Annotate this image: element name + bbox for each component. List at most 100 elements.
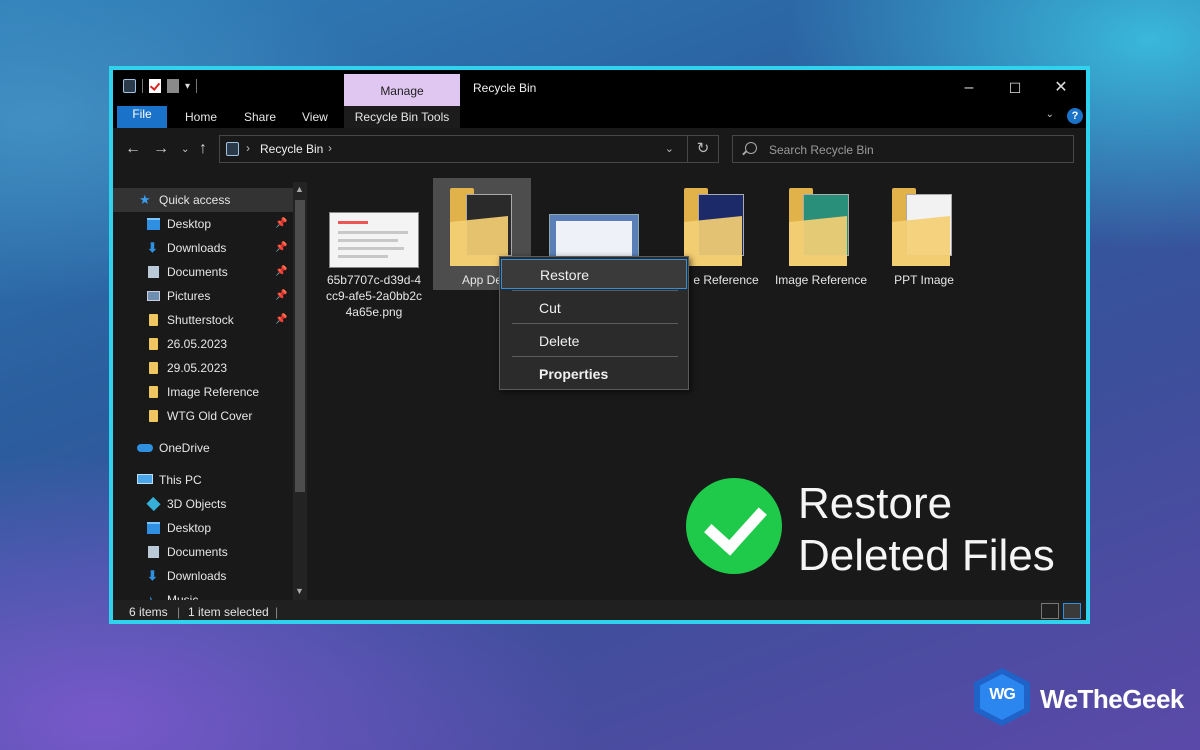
- address-dropdown-icon[interactable]: ⌄: [665, 142, 674, 155]
- download-icon: ⬇: [147, 568, 158, 583]
- nav-label: Downloads: [167, 569, 227, 583]
- context-menu: Restore Cut Delete Properties: [499, 256, 689, 390]
- search-box[interactable]: [732, 135, 1074, 163]
- breadcrumb-chevron-icon[interactable]: ›: [328, 141, 332, 155]
- nav-item-26-05-2023[interactable]: 26.05.2023: [113, 332, 293, 356]
- status-bar: 6 items | 1 item selected |: [113, 600, 1086, 620]
- scrollbar-thumb[interactable]: [295, 200, 305, 492]
- breadcrumb-chevron-icon[interactable]: ›: [246, 141, 250, 155]
- item-count: 6 items: [129, 605, 168, 619]
- tab-view[interactable]: View: [302, 106, 328, 128]
- nav-quick-access[interactable]: ★ Quick access: [113, 188, 293, 212]
- nav-onedrive[interactable]: OneDrive: [113, 436, 293, 460]
- nav-item-wtg-old-cover[interactable]: WTG Old Cover: [113, 404, 293, 428]
- tab-share[interactable]: Share: [244, 106, 276, 128]
- pin-icon[interactable]: 📌: [275, 260, 287, 284]
- file-name: 65b7707c-d39d-4cc9-afe5-2a0bb2c4a65e.png: [325, 273, 423, 319]
- tab-home[interactable]: Home: [185, 106, 217, 128]
- status-separator: |: [177, 605, 181, 619]
- pin-icon[interactable]: 📌: [275, 212, 287, 236]
- tab-recycle-bin-tools[interactable]: Recycle Bin Tools: [344, 106, 460, 128]
- context-menu-restore[interactable]: Restore: [501, 259, 687, 289]
- image-thumbnail: [329, 212, 419, 268]
- wethegeek-logo: WG WeTheGeek: [974, 668, 1184, 728]
- nav-item-desktop[interactable]: Desktop 📌: [113, 212, 293, 236]
- pictures-icon: [147, 291, 160, 301]
- nav-label: WTG Old Cover: [167, 409, 253, 423]
- nav-label: Quick access: [159, 193, 231, 207]
- nav-label: This PC: [159, 473, 202, 487]
- help-icon[interactable]: ?: [1067, 108, 1083, 124]
- nav-item-29-05-2023[interactable]: 29.05.2023: [113, 356, 293, 380]
- logo-name: WeTheGeek: [1040, 684, 1184, 714]
- minimize-button[interactable]: –: [946, 70, 992, 106]
- nav-item-pc-desktop[interactable]: Desktop: [113, 516, 293, 540]
- scroll-up-icon[interactable]: ▲: [295, 184, 304, 194]
- nav-this-pc[interactable]: This PC: [113, 468, 293, 492]
- nav-item-pc-documents[interactable]: Documents: [113, 540, 293, 564]
- folder-icon: [149, 338, 158, 350]
- pin-icon[interactable]: 📌: [275, 308, 287, 332]
- address-bar[interactable]: › Recycle Bin › ⌄ ↻: [219, 135, 719, 163]
- file-item-image-reference-folder[interactable]: Image Reference: [761, 186, 881, 288]
- recycle-bin-icon: [226, 142, 239, 156]
- window-title: Recycle Bin: [473, 81, 537, 95]
- nav-label: Music: [167, 593, 199, 600]
- quick-access-toolbar: ▾: [123, 79, 198, 93]
- recent-locations-icon[interactable]: ⌄: [181, 144, 189, 155]
- file-explorer-window: ▾ Manage Recycle Bin – ☐ ✕ File Home Sha…: [109, 66, 1090, 624]
- logo-monogram: WG: [989, 686, 1016, 703]
- pin-icon[interactable]: 📌: [275, 236, 287, 260]
- selection-count: 1 item selected: [188, 605, 269, 619]
- desktop-icon: [147, 522, 160, 534]
- context-menu-cut[interactable]: Cut: [501, 293, 687, 323]
- nav-label: 3D Objects: [167, 497, 227, 511]
- pin-icon[interactable]: 📌: [275, 284, 287, 308]
- nav-label: Pictures: [167, 289, 211, 303]
- folder-icon: [149, 410, 158, 422]
- toolbar-separator: [142, 79, 143, 93]
- up-arrow-icon[interactable]: ↑: [199, 140, 207, 158]
- forward-arrow-icon[interactable]: →: [153, 140, 169, 158]
- details-view-icon[interactable]: [1041, 603, 1059, 619]
- breadcrumb-recycle-bin[interactable]: Recycle Bin: [260, 142, 323, 156]
- nav-item-downloads[interactable]: ⬇ Downloads 📌: [113, 236, 293, 260]
- menu-divider: [512, 323, 678, 324]
- file-name: Image Reference: [774, 273, 868, 287]
- maximize-button[interactable]: ☐: [992, 70, 1038, 106]
- nav-item-3d-objects[interactable]: 3D Objects: [113, 492, 293, 516]
- refresh-icon[interactable]: ↻: [687, 136, 718, 162]
- search-input[interactable]: [767, 139, 1061, 161]
- computer-icon: [137, 474, 153, 484]
- expand-ribbon-icon[interactable]: ⌄: [1046, 109, 1054, 120]
- context-menu-properties[interactable]: Properties: [501, 359, 687, 389]
- scroll-down-icon[interactable]: ▼: [295, 586, 304, 596]
- nav-item-pc-music[interactable]: ♪ Music: [113, 588, 293, 600]
- new-folder-icon[interactable]: [167, 79, 179, 93]
- file-item-png[interactable]: 65b7707c-d39d-4cc9-afe5-2a0bb2c4a65e.png: [325, 212, 423, 320]
- nav-item-shutterstock[interactable]: Shutterstock 📌: [113, 308, 293, 332]
- nav-item-pictures[interactable]: Pictures 📌: [113, 284, 293, 308]
- check-circle-icon: [686, 478, 782, 574]
- menu-divider: [512, 290, 678, 291]
- properties-icon[interactable]: [149, 79, 161, 93]
- folder-icon: [684, 186, 748, 266]
- folder-icon: [149, 362, 158, 374]
- file-item-ppt-image-folder[interactable]: PPT Image: [874, 186, 974, 288]
- nav-item-documents[interactable]: Documents 📌: [113, 260, 293, 284]
- tab-file[interactable]: File: [117, 106, 167, 128]
- context-menu-delete[interactable]: Delete: [501, 326, 687, 356]
- nav-scrollbar[interactable]: ▲ ▼: [293, 182, 307, 600]
- tab-manage[interactable]: Manage: [344, 74, 460, 106]
- nav-label: Documents: [167, 545, 228, 559]
- nav-item-image-reference[interactable]: Image Reference: [113, 380, 293, 404]
- close-button[interactable]: ✕: [1038, 70, 1084, 106]
- nav-item-pc-downloads[interactable]: ⬇ Downloads: [113, 564, 293, 588]
- promo-heading: Restore Deleted Files: [798, 478, 1086, 582]
- nav-label: 26.05.2023: [167, 337, 228, 351]
- desktop-icon: [147, 218, 160, 230]
- back-arrow-icon[interactable]: ←: [125, 140, 141, 158]
- large-icons-view-icon[interactable]: [1063, 603, 1081, 619]
- customize-toolbar-dropdown-icon[interactable]: ▾: [185, 81, 190, 92]
- toolbar-separator: [196, 79, 198, 93]
